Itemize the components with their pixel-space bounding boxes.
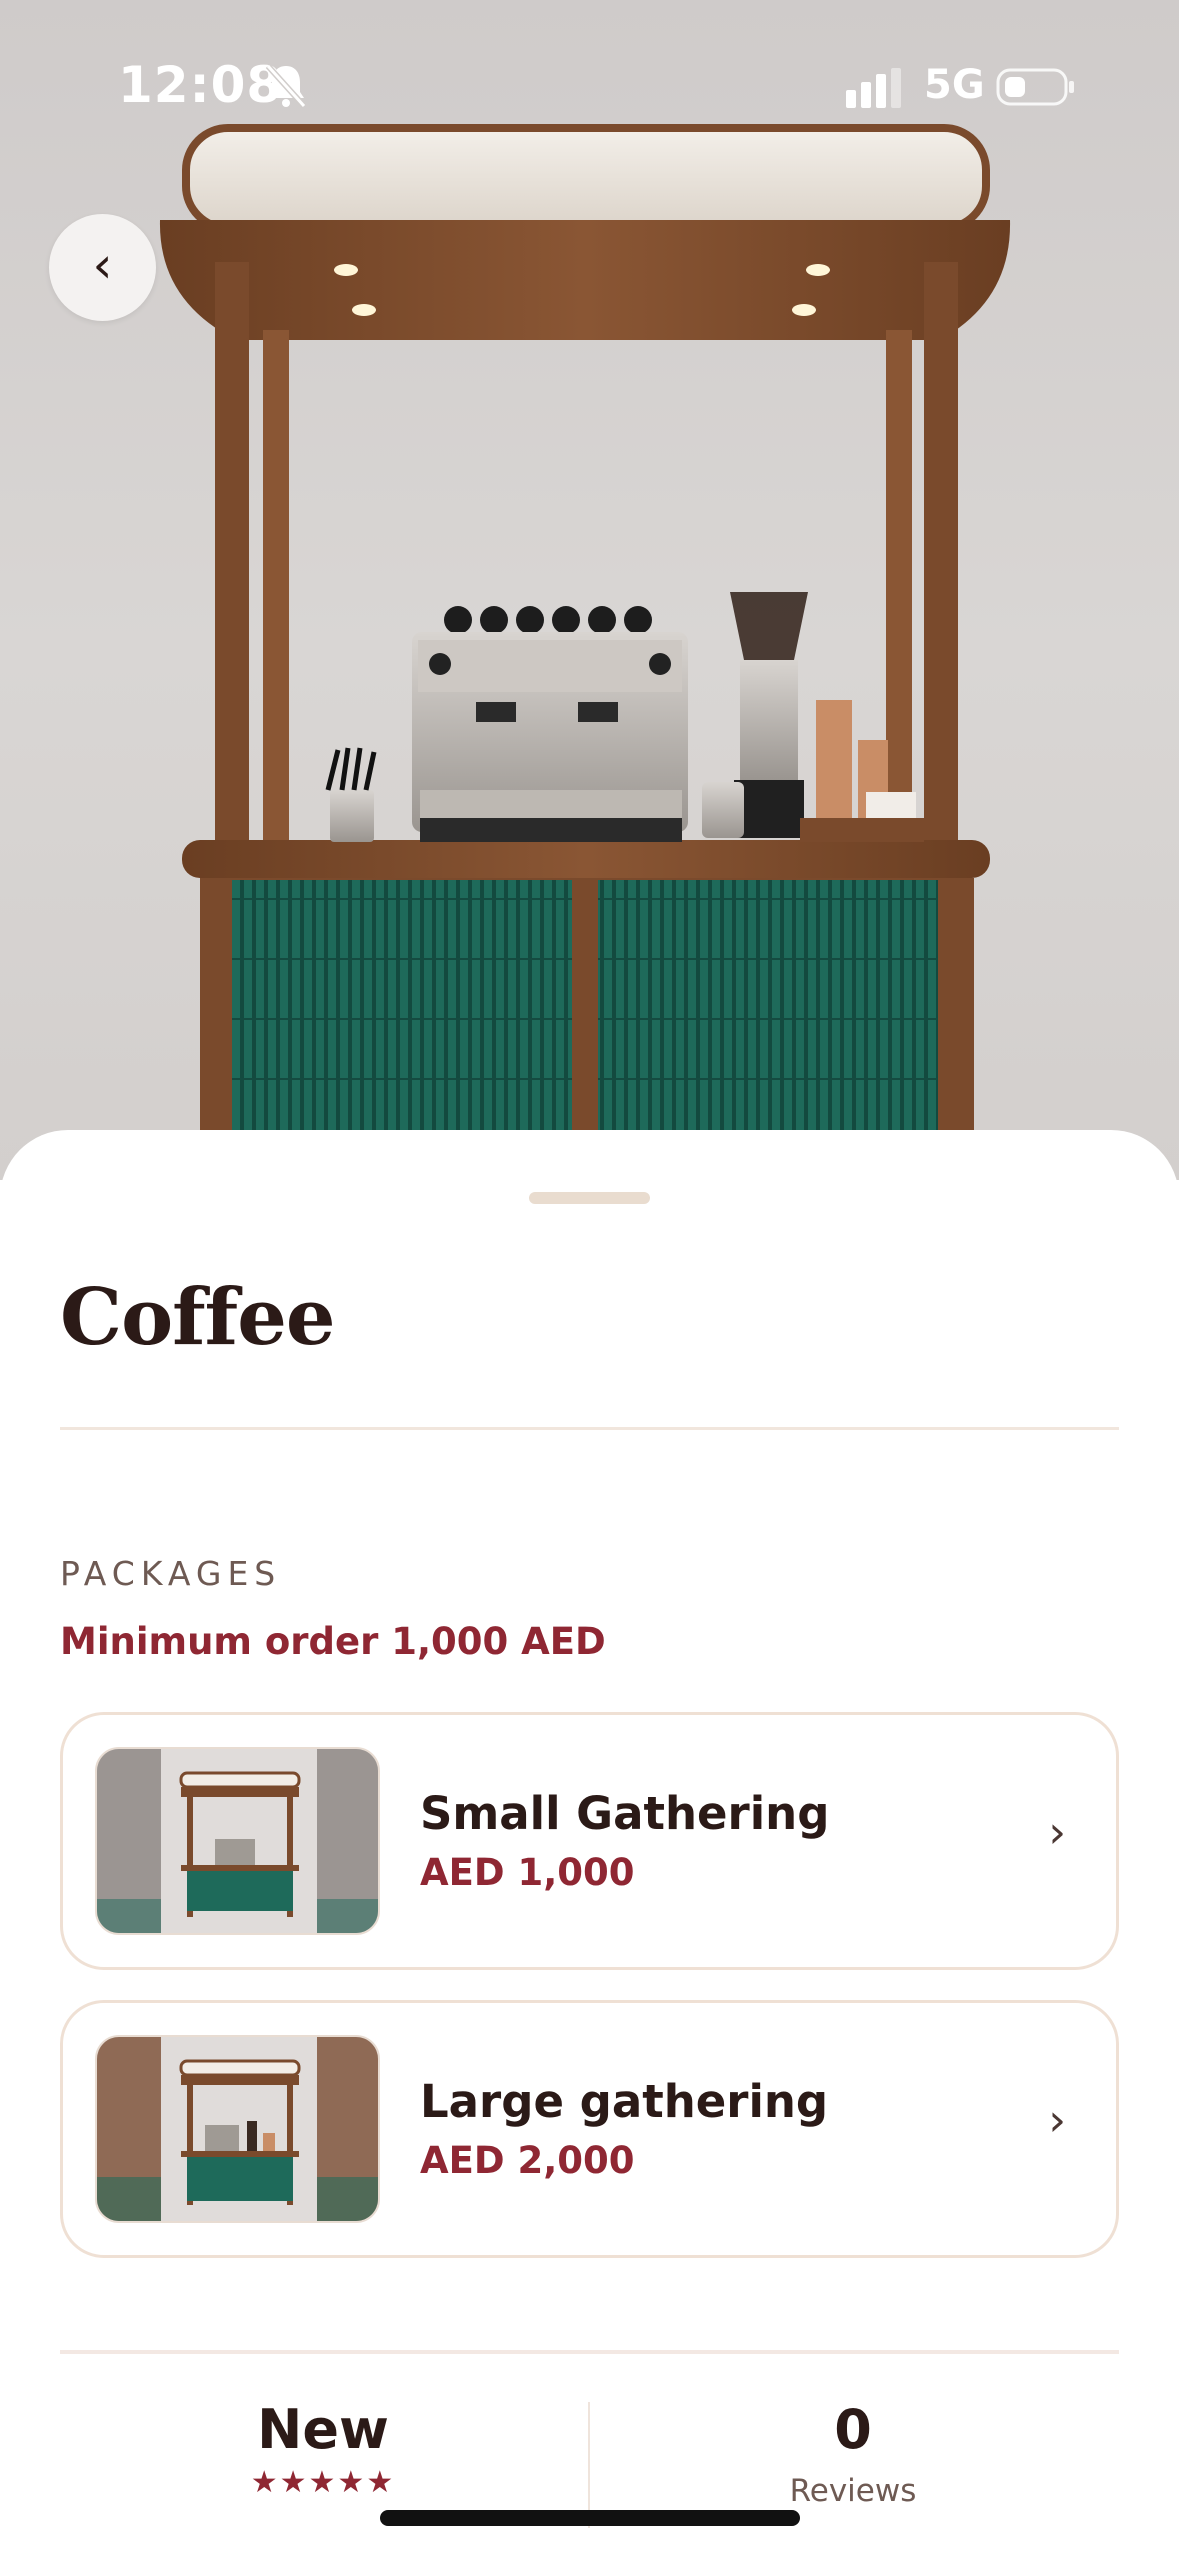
home-indicator[interactable] bbox=[380, 2510, 800, 2526]
network-label: 5G bbox=[924, 62, 985, 108]
chevron-right-icon: › bbox=[1048, 1807, 1066, 1858]
package-price: AED 2,000 bbox=[420, 2139, 635, 2182]
hero-image: 12:08 5G ‹ bbox=[0, 0, 1179, 1180]
battery-icon bbox=[996, 68, 1074, 106]
rating-value: New bbox=[257, 2398, 389, 2461]
package-thumbnail bbox=[95, 2035, 380, 2223]
package-thumbnail bbox=[95, 1747, 380, 1935]
coffee-cart-illustration bbox=[159, 124, 1011, 1180]
status-time: 12:08 bbox=[118, 56, 283, 114]
status-bar: 12:08 5G bbox=[0, 0, 1179, 170]
divider bbox=[60, 1427, 1119, 1430]
divider bbox=[60, 2350, 1119, 2354]
sheet-grabber[interactable] bbox=[529, 1192, 650, 1204]
package-card-large[interactable]: Large gathering AED 2,000 › bbox=[60, 2000, 1119, 2258]
reviews-stat[interactable]: 0 Reviews bbox=[638, 2398, 1068, 2509]
reviews-count: 0 bbox=[834, 2398, 872, 2461]
chevron-left-icon: ‹ bbox=[92, 235, 113, 294]
coffee-cart-thumbnail bbox=[97, 1749, 378, 1933]
back-button[interactable]: ‹ bbox=[49, 214, 156, 321]
bell-slash-icon bbox=[265, 63, 307, 109]
chevron-right-icon: › bbox=[1048, 2095, 1066, 2146]
star-rating-icon: ★★★★★ bbox=[250, 2465, 396, 2500]
minimum-order-text: Minimum order 1,000 AED bbox=[60, 1620, 606, 1663]
section-label-packages: PACKAGES bbox=[60, 1554, 282, 1593]
package-price: AED 1,000 bbox=[420, 1851, 635, 1894]
reviews-label: Reviews bbox=[789, 2473, 917, 2509]
coffee-cart-thumbnail bbox=[97, 2037, 378, 2221]
details-sheet: Coffee PACKAGES Minimum order 1,000 AED … bbox=[0, 1130, 1179, 2556]
page-title: Coffee bbox=[60, 1272, 335, 1363]
rating-stat[interactable]: New ★★★★★ bbox=[108, 2398, 538, 2500]
signal-icon bbox=[846, 68, 901, 108]
package-name: Small Gathering bbox=[420, 1787, 830, 1840]
package-card-small[interactable]: Small Gathering AED 1,000 › bbox=[60, 1712, 1119, 1970]
package-name: Large gathering bbox=[420, 2075, 829, 2128]
